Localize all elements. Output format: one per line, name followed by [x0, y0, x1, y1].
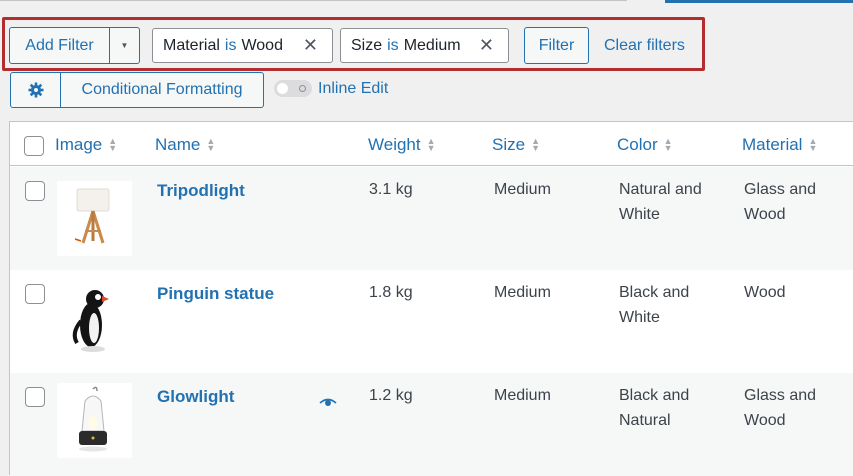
triangle-down-icon: ▼: [120, 41, 129, 50]
toggle-off-indicator-icon: [299, 85, 306, 92]
cell-color: Black and White: [619, 284, 690, 326]
inline-edit-label[interactable]: Inline Edit: [318, 80, 388, 98]
penguin-icon: [72, 290, 109, 352]
filter-chip-operator: is: [387, 36, 399, 54]
table-row: Tripodlight 3.1 kg Medium Natural and Wh…: [10, 167, 853, 270]
close-icon[interactable]: ✕: [303, 36, 318, 54]
column-header-color[interactable]: Color ▲ ▼: [617, 135, 673, 155]
column-header-name[interactable]: Name ▲ ▼: [155, 135, 215, 155]
row-checkbox[interactable]: [25, 284, 45, 304]
product-name-link[interactable]: Pinguin statue: [157, 284, 274, 304]
add-filter-dropdown-toggle[interactable]: ▼: [110, 28, 139, 63]
column-header-size[interactable]: Size ▲ ▼: [492, 135, 540, 155]
product-thumbnail-pinguin-statue[interactable]: [57, 281, 132, 356]
sort-icon: ▲ ▼: [426, 136, 436, 153]
cell-material: Glass and Wood: [744, 387, 817, 429]
settings-button[interactable]: [11, 73, 61, 107]
filter-chip-size: Size is Medium ✕: [340, 28, 509, 63]
table-header: Image ▲ ▼ Name ▲ ▼ Weight ▲ ▼ Size ▲ ▼ Color…: [10, 122, 853, 166]
table-row: Pinguin statue 1.8 kg Medium Black and W…: [10, 270, 853, 373]
filter-chip-value: Wood: [241, 36, 283, 54]
clear-filters-link[interactable]: Clear filters: [604, 37, 685, 55]
column-header-image[interactable]: Image ▲ ▼: [55, 135, 117, 155]
cell-size: Medium: [494, 181, 551, 198]
lamp-icon: [74, 188, 110, 244]
cell-color: Natural and White: [619, 181, 702, 223]
product-thumbnail-tripodlight[interactable]: [57, 181, 132, 256]
conditional-formatting-button[interactable]: Conditional Formatting: [61, 73, 263, 107]
cell-weight: 3.1 kg: [369, 181, 413, 198]
product-name-link[interactable]: Tripodlight: [157, 181, 245, 201]
cell-size: Medium: [494, 284, 551, 301]
sort-icon: ▲ ▼: [663, 136, 673, 153]
top-tab-indicator: [0, 0, 853, 3]
filter-chip-value: Medium: [403, 36, 461, 54]
table-row: Glowlight 1.2 kg Medium Black and Natura…: [10, 373, 853, 476]
add-filter-group: Add Filter ▼: [9, 27, 140, 64]
lantern-icon: [79, 386, 107, 452]
products-table: Image ▲ ▼ Name ▲ ▼ Weight ▲ ▼ Size ▲ ▼ Color…: [9, 121, 853, 476]
eye-icon[interactable]: [319, 397, 337, 407]
sort-icon: ▲ ▼: [206, 136, 216, 153]
gear-icon: [28, 82, 43, 98]
filter-chip-field: Material: [163, 36, 220, 54]
add-filter-button[interactable]: Add Filter: [10, 28, 110, 63]
filter-chip-material: Material is Wood ✕: [152, 28, 333, 63]
row-checkbox[interactable]: [25, 181, 45, 201]
select-all-checkbox[interactable]: [24, 136, 44, 156]
sort-icon: ▲ ▼: [808, 136, 818, 153]
sort-icon: ▲ ▼: [531, 136, 540, 153]
formatting-toolbar: Conditional Formatting: [10, 72, 264, 108]
inline-edit-toggle[interactable]: [274, 80, 312, 97]
close-icon[interactable]: ✕: [479, 36, 494, 54]
row-checkbox[interactable]: [25, 387, 45, 407]
product-thumbnail-glowlight[interactable]: [57, 383, 132, 458]
cell-material: Wood: [744, 284, 786, 301]
filter-button[interactable]: Filter: [524, 27, 589, 64]
column-header-weight[interactable]: Weight ▲ ▼: [368, 135, 436, 155]
toggle-knob: [277, 83, 288, 94]
cell-color: Black and Natural: [619, 387, 690, 429]
cell-weight: 1.8 kg: [369, 284, 413, 301]
sort-icon: ▲ ▼: [108, 136, 118, 153]
column-header-material[interactable]: Material ▲ ▼: [742, 135, 817, 155]
cell-material: Glass and Wood: [744, 181, 817, 223]
cell-size: Medium: [494, 387, 551, 404]
cell-weight: 1.2 kg: [369, 387, 413, 404]
product-name-link[interactable]: Glowlight: [157, 387, 234, 407]
filter-chip-operator: is: [224, 36, 237, 54]
filter-chip-field: Size: [351, 36, 383, 54]
